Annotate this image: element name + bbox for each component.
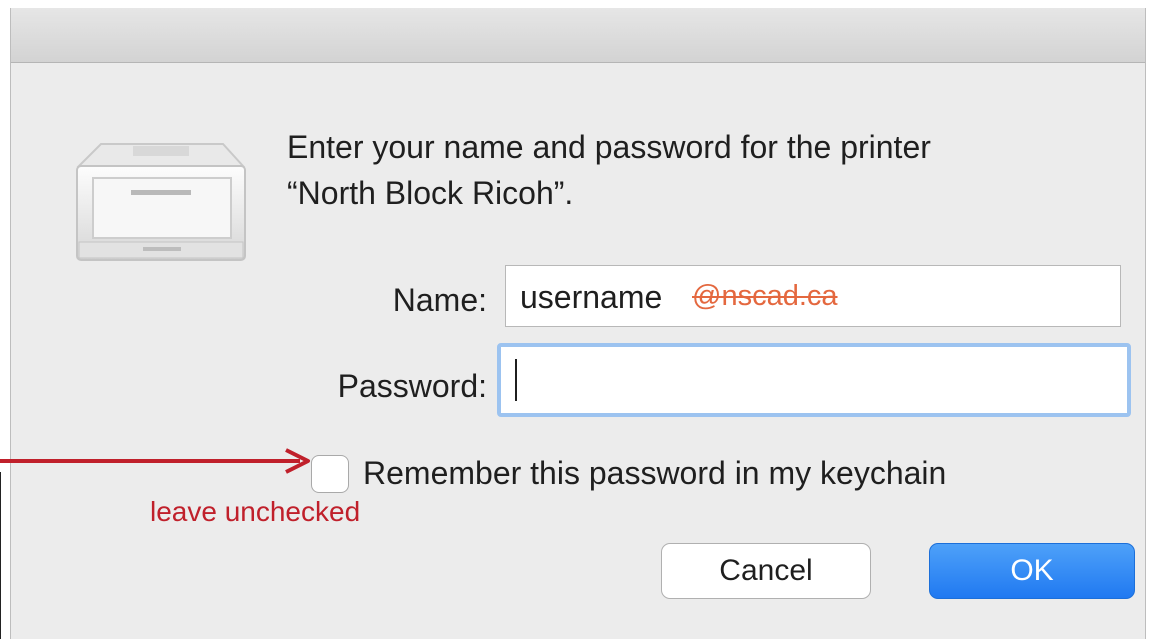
dialog-message: Enter your name and password for the pri… bbox=[287, 124, 1107, 216]
ok-button[interactable]: OK bbox=[929, 543, 1135, 599]
annotation-arrow bbox=[0, 448, 310, 474]
annotation-note: leave unchecked bbox=[150, 496, 361, 527]
page-edge-rule bbox=[0, 472, 1, 639]
password-field[interactable] bbox=[497, 343, 1131, 417]
message-line-1: Enter your name and password for the pri… bbox=[287, 129, 931, 165]
cancel-button[interactable]: Cancel bbox=[661, 543, 871, 599]
remember-password-label[interactable]: Remember this password in my keychain bbox=[363, 455, 946, 492]
dialog-titlebar[interactable] bbox=[11, 8, 1145, 63]
text-caret bbox=[515, 359, 517, 401]
name-field[interactable]: username @nscad.ca bbox=[505, 265, 1121, 327]
login-dialog: Enter your name and password for the pri… bbox=[10, 8, 1146, 639]
password-label: Password: bbox=[337, 368, 487, 404]
name-label: Name: bbox=[392, 282, 487, 318]
struck-domain-suffix: @nscad.ca bbox=[692, 280, 838, 312]
name-value: username bbox=[520, 279, 663, 315]
message-line-2: “North Block Ricoh”. bbox=[287, 175, 574, 211]
printer-icon bbox=[76, 143, 246, 261]
